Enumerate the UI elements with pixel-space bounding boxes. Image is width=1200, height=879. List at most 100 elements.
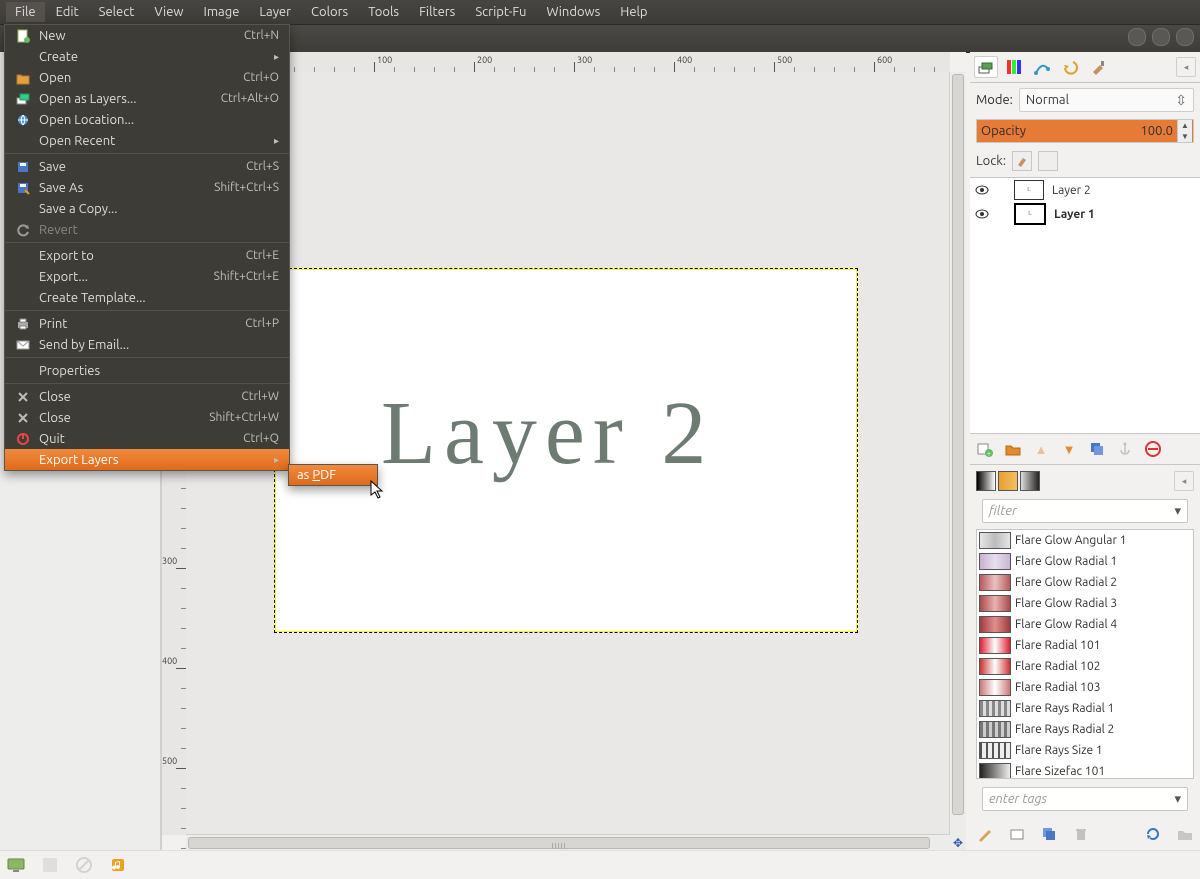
grad-tab-2-icon[interactable]	[998, 471, 1018, 491]
gradient-list[interactable]: Flare Glow Angular 1Flare Glow Radial 1F…	[976, 529, 1194, 779]
blend-mode-select[interactable]: Normal ⇳	[1019, 88, 1194, 112]
menu-item-save-a-copy-[interactable]: Save a Copy...	[5, 198, 289, 219]
menu-item-print[interactable]: PrintCtrl+P	[5, 313, 289, 334]
grad-folder-icon[interactable]	[1176, 825, 1194, 843]
menu-item-export-[interactable]: Export...Shift+Ctrl+E	[5, 266, 289, 287]
window-close[interactable]	[1176, 28, 1194, 46]
dock-menu-button-2[interactable]: ◂	[1174, 471, 1194, 491]
grad-edit-icon[interactable]	[976, 825, 994, 843]
gradient-row[interactable]: Flare Sizefac 101	[977, 761, 1193, 779]
layer-row[interactable]: LLayer 1	[970, 202, 1200, 226]
menu-item-new[interactable]: NewCtrl+N	[5, 25, 289, 46]
layer-row[interactable]: LLayer 2	[970, 178, 1200, 202]
gradient-row[interactable]: Flare Glow Radial 4	[977, 614, 1193, 635]
os-desktop-icon[interactable]	[6, 855, 26, 875]
menu-item-create-template-[interactable]: Create Template...	[5, 287, 289, 308]
menu-view[interactable]: View	[145, 2, 192, 22]
anchor-layer-icon[interactable]	[1116, 440, 1134, 458]
layer-name[interactable]: Layer 1	[1050, 208, 1095, 221]
submenu-as-pdf[interactable]: as PDF	[289, 465, 377, 485]
menu-item-open-recent[interactable]: Open Recent▸	[5, 130, 289, 151]
menubar[interactable]: File Edit Select View Image Layer Colors…	[0, 0, 1200, 25]
lock-pixels-icon[interactable]	[1012, 151, 1032, 171]
gradient-row[interactable]: Flare Glow Radial 3	[977, 593, 1193, 614]
menu-item-close[interactable]: CloseCtrl+W	[5, 386, 289, 407]
menu-item-revert[interactable]: Revert	[5, 219, 289, 240]
horizontal-ruler[interactable]: 0100200300400500600700	[186, 52, 950, 73]
new-layer-icon[interactable]: +	[976, 440, 994, 458]
layer-name[interactable]: Layer 2	[1048, 184, 1091, 197]
dock-tabs-top[interactable]: ◂	[970, 52, 1200, 83]
brush-tab-icon[interactable]	[1086, 56, 1110, 78]
gradient-tags-input[interactable]: enter tags ▾	[982, 787, 1188, 811]
duplicate-layer-icon[interactable]	[1088, 440, 1106, 458]
gradient-filter-input[interactable]: filter ▾	[982, 499, 1188, 523]
gradient-row[interactable]: Flare Glow Radial 2	[977, 572, 1193, 593]
lower-layer-icon[interactable]: ▼	[1060, 440, 1078, 458]
paths-tab-icon[interactable]	[1030, 56, 1054, 78]
menu-colors[interactable]: Colors	[302, 2, 357, 22]
dock-menu-button[interactable]: ◂	[1176, 57, 1196, 77]
gradient-row[interactable]: Flare Rays Radial 2	[977, 719, 1193, 740]
gradient-row[interactable]: Flare Rays Radial 1	[977, 698, 1193, 719]
file-menu-dropdown[interactable]: NewCtrl+NCreate▸OpenCtrl+OOpen as Layers…	[4, 24, 290, 471]
menu-windows[interactable]: Windows	[537, 2, 609, 22]
gradient-row[interactable]: Flare Radial 101	[977, 635, 1193, 656]
menu-item-create[interactable]: Create▸	[5, 46, 289, 67]
menu-image[interactable]: Image	[195, 2, 249, 22]
gradient-row[interactable]: Flare Glow Radial 1	[977, 551, 1193, 572]
export-layers-submenu[interactable]: as PDF	[288, 464, 378, 486]
navigation-corner[interactable]: ✥	[950, 835, 966, 851]
os-app-placeholder-icon[interactable]	[40, 855, 60, 875]
menu-select[interactable]: Select	[90, 2, 144, 22]
visibility-eye-icon[interactable]	[974, 206, 990, 222]
gradient-row[interactable]: Flare Radial 102	[977, 656, 1193, 677]
menu-help[interactable]: Help	[611, 2, 656, 22]
channels-tab-icon[interactable]	[1002, 56, 1026, 78]
os-block-icon[interactable]	[74, 855, 94, 875]
raise-layer-icon[interactable]: ▲	[1032, 440, 1050, 458]
gradient-row[interactable]: Flare Radial 103	[977, 677, 1193, 698]
grad-tab-3-icon[interactable]	[1020, 471, 1040, 491]
vertical-scrollbar[interactable]	[949, 72, 966, 835]
window-minimize[interactable]	[1128, 28, 1146, 46]
lock-alpha-icon[interactable]	[1038, 151, 1058, 171]
menu-item-quit[interactable]: QuitCtrl+Q	[5, 428, 289, 449]
visibility-eye-icon[interactable]	[974, 182, 990, 198]
layers-tab-icon[interactable]	[974, 56, 998, 78]
gradient-row[interactable]: Flare Glow Angular 1	[977, 530, 1193, 551]
layer-list[interactable]: LLayer 2LLayer 1	[970, 177, 1200, 434]
menu-tools[interactable]: Tools	[359, 2, 408, 22]
gradient-swatch	[979, 721, 1011, 738]
menu-filters[interactable]: Filters	[410, 2, 464, 22]
menu-item-export-to[interactable]: Export toCtrl+E	[5, 245, 289, 266]
grad-new-icon[interactable]	[1008, 825, 1026, 843]
gradient-row[interactable]: Flare Rays Size 1	[977, 740, 1193, 761]
delete-layer-icon[interactable]	[1144, 440, 1162, 458]
horizontal-scrollbar[interactable]	[186, 834, 950, 851]
window-maximize[interactable]	[1152, 28, 1170, 46]
opacity-spinner[interactable]: ▲▼	[1177, 120, 1192, 142]
menu-item-properties[interactable]: Properties	[5, 360, 289, 381]
menu-scriptfu[interactable]: Script-Fu	[466, 2, 535, 22]
os-music-icon[interactable]	[108, 855, 128, 875]
grad-refresh-icon[interactable]	[1144, 825, 1162, 843]
menu-item-save[interactable]: SaveCtrl+S	[5, 156, 289, 177]
menu-file[interactable]: File	[6, 2, 45, 22]
menu-item-open-as-layers-[interactable]: Open as Layers...Ctrl+Alt+O	[5, 88, 289, 109]
menu-layer[interactable]: Layer	[250, 2, 300, 22]
new-group-icon[interactable]	[1004, 440, 1022, 458]
menu-item-export-layers[interactable]: Export Layers▸	[5, 449, 289, 470]
menu-item-open-location-[interactable]: Open Location...	[5, 109, 289, 130]
menu-item-send-by-email-[interactable]: Send by Email...	[5, 334, 289, 355]
grad-del-icon[interactable]	[1072, 825, 1090, 843]
canvas-surface[interactable]: Layer 2	[186, 72, 950, 835]
grad-dup-icon[interactable]	[1040, 825, 1058, 843]
menu-item-open[interactable]: OpenCtrl+O	[5, 67, 289, 88]
opacity-slider[interactable]: Opacity 100.0 ▲▼	[976, 119, 1194, 143]
undo-tab-icon[interactable]	[1058, 56, 1082, 78]
menu-edit[interactable]: Edit	[47, 2, 88, 22]
menu-item-close[interactable]: CloseShift+Ctrl+W	[5, 407, 289, 428]
menu-item-save-as[interactable]: Save AsShift+Ctrl+S	[5, 177, 289, 198]
grad-tab-1-icon[interactable]	[976, 471, 996, 491]
